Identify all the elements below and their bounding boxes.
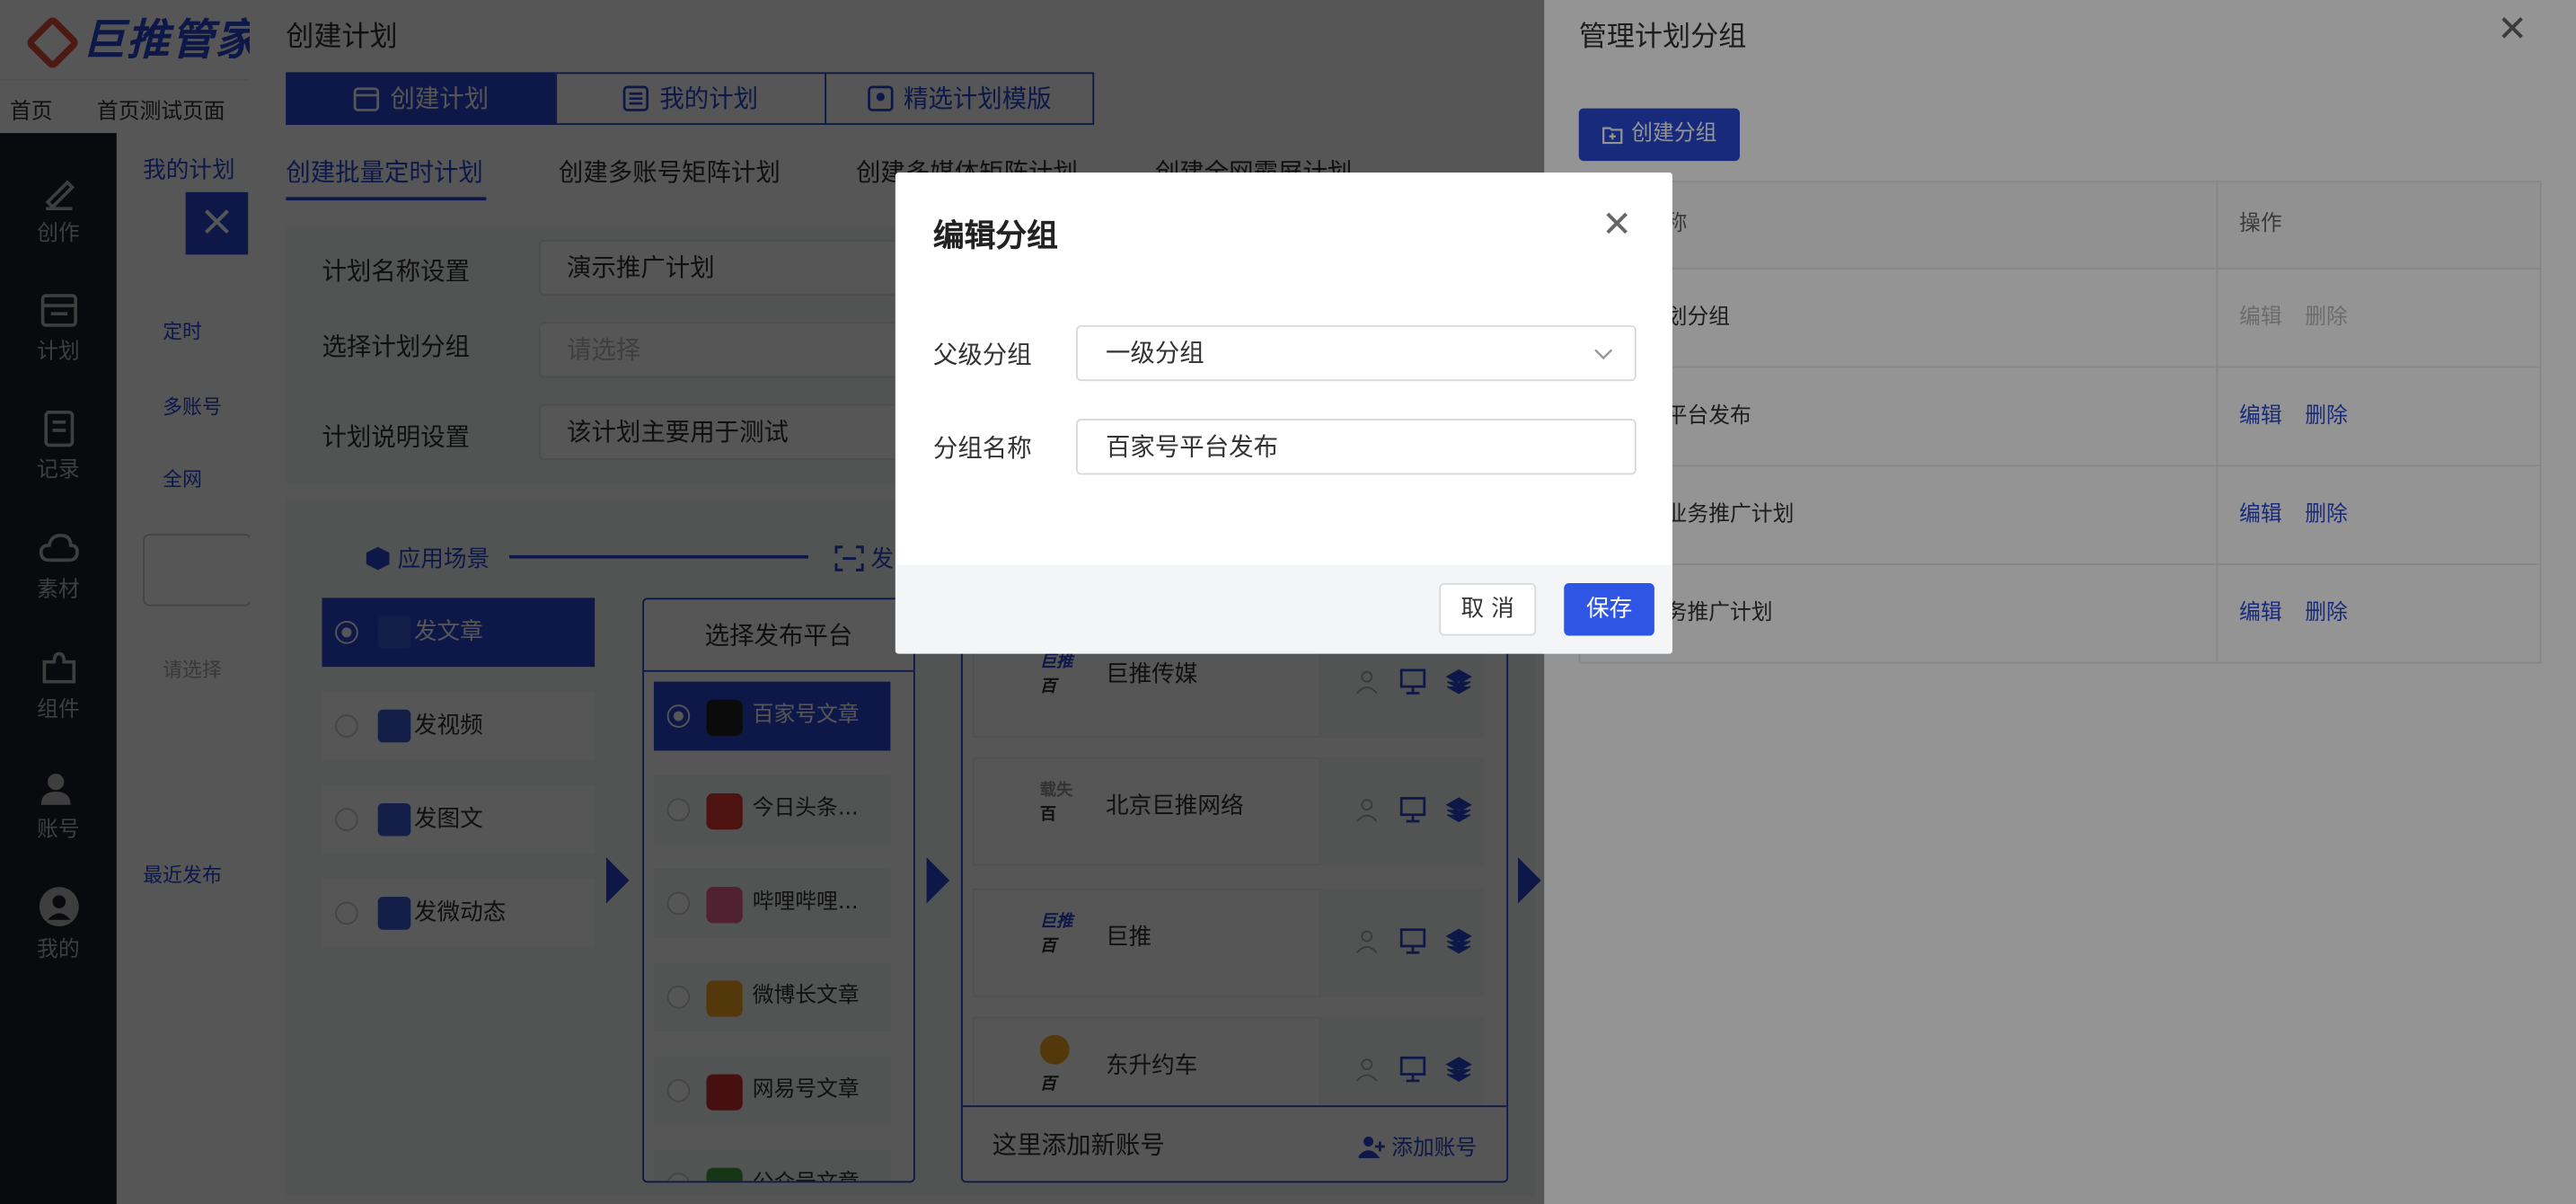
modal-footer: 取 消 保存: [895, 564, 1673, 654]
chevron-down-icon: [1594, 349, 1613, 360]
modal-title: 编辑分组: [932, 218, 1058, 255]
save-button[interactable]: 保存: [1564, 582, 1654, 636]
parent-group-select[interactable]: 一级分组: [1076, 324, 1636, 382]
cancel-button[interactable]: 取 消: [1439, 582, 1537, 636]
group-name-label: 分组名称: [932, 433, 1032, 464]
group-name-input[interactable]: 百家号平台发布: [1076, 419, 1636, 475]
parent-group-label: 父级分组: [932, 340, 1032, 370]
edit-group-modal: 编辑分组 ✕ 父级分组 一级分组 分组名称 百家号平台发布 取 消 保存: [895, 172, 1673, 654]
close-icon[interactable]: ✕: [1601, 208, 1632, 244]
